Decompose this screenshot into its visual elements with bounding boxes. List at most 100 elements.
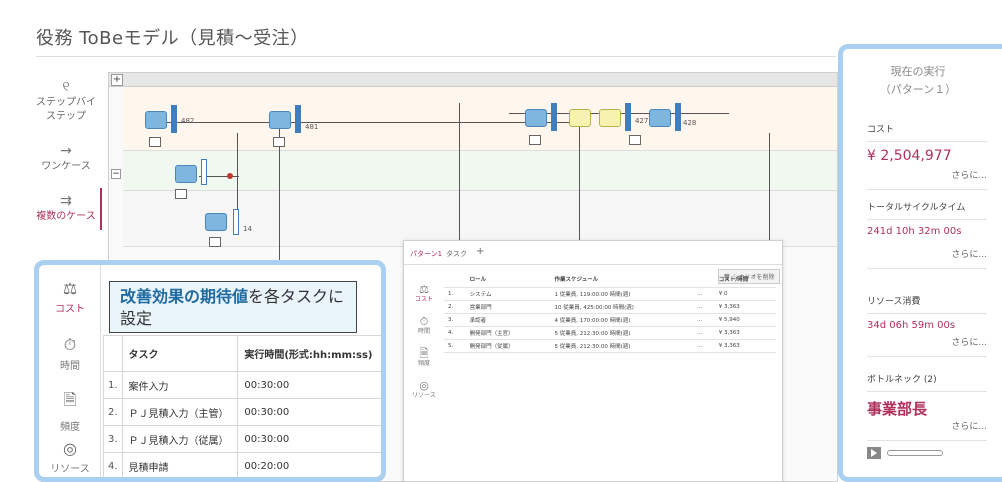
callout-side-menu: ⚖ コスト ⏱ 時間 🗎 頻度 ◎ リソース bbox=[39, 265, 101, 477]
table-row[interactable]: 2. ＰＪ見積入力（主管） 00:30:00 bbox=[103, 398, 381, 426]
metric-label: トータルサイクルタイム bbox=[867, 203, 966, 213]
tab-task[interactable]: タスク bbox=[446, 249, 467, 259]
mode-label: 複数のケース bbox=[36, 211, 96, 222]
divider bbox=[867, 356, 987, 357]
side-item-cost[interactable]: ⚖ コスト bbox=[39, 279, 101, 315]
divider bbox=[867, 189, 987, 190]
table-row[interactable]: 4. 開発部門（主官） 5 従業員, 212:30:00 時間(週)... ¥ 3,3… bbox=[444, 326, 776, 340]
metric-value: 241d 10h 32m 00s bbox=[867, 226, 962, 237]
column-header: 実行時間(形式:hh:mm:ss) bbox=[237, 335, 381, 372]
divider bbox=[867, 313, 987, 314]
metric-label: ボトルネック (2) bbox=[867, 375, 937, 385]
gateway-bar bbox=[171, 105, 177, 133]
add-tab-button[interactable]: + bbox=[476, 246, 484, 257]
more-link[interactable]: さらに... bbox=[867, 335, 987, 348]
task-node[interactable] bbox=[525, 109, 547, 127]
gateway-bar bbox=[551, 103, 557, 131]
resource-icon: ◎ bbox=[419, 379, 429, 392]
swimlane bbox=[123, 191, 837, 247]
side-item-time[interactable]: ⏱ 時間 bbox=[408, 315, 440, 337]
metric-cost: コスト ¥ 2,504,977 さらに... bbox=[867, 123, 987, 190]
computer-icon bbox=[209, 237, 221, 247]
document-icon: 🗎 bbox=[63, 390, 77, 409]
metric-label: リソース消費 bbox=[867, 297, 921, 307]
divider bbox=[867, 391, 987, 392]
column-header: 作業スケジュール bbox=[550, 271, 694, 288]
task-node[interactable] bbox=[205, 213, 227, 231]
duration-input[interactable]: 00:30:00 bbox=[237, 398, 381, 426]
playback-slider[interactable] bbox=[887, 450, 943, 456]
resource-icon: ◎ bbox=[63, 439, 77, 458]
side-item-frequency[interactable]: 🗎 頻度 bbox=[408, 348, 440, 369]
metric-bottleneck: ボトルネック (2) 事業部長 さらに... bbox=[867, 373, 987, 441]
task-count: 427 bbox=[635, 117, 649, 125]
table-row[interactable]: 1. システム 1 従業員, 119:00:00 時間(週)... ¥ 0 bbox=[444, 287, 776, 301]
table-row[interactable]: 3. 承認者 4 従業員, 170:00:00 時間(週)... ¥ 5,940 bbox=[444, 313, 776, 327]
active-mode-indicator bbox=[100, 188, 102, 230]
role-table: ロール 作業スケジュール コスト/時間 1. システム 1 従業員, 119:00:… bbox=[444, 271, 776, 353]
arrow-right-icon: → bbox=[60, 143, 72, 159]
play-icon[interactable] bbox=[867, 447, 881, 459]
task-node[interactable] bbox=[649, 109, 671, 127]
expected-improvement-callout: ⚖ コスト ⏱ 時間 🗎 頻度 ◎ リソース 改善効果の期待値を各タスクに設定 タスク … bbox=[34, 260, 386, 482]
side-item-frequency[interactable]: 🗎 頻度 bbox=[39, 389, 101, 433]
column-header: コスト/時間 bbox=[714, 271, 776, 288]
table-row[interactable]: 4. 見積申請 00:20:00 bbox=[103, 452, 381, 477]
end-event bbox=[227, 173, 233, 179]
mode-step-by-step[interactable]: ୧ ステップバイステップ bbox=[30, 80, 102, 124]
task-node[interactable] bbox=[175, 165, 197, 183]
side-item-time[interactable]: ⏱ 時間 bbox=[39, 335, 101, 372]
duration-input[interactable]: 00:30:00 bbox=[237, 371, 381, 399]
gateway-bar bbox=[295, 105, 301, 133]
page-title: 役務 ToBeモデル（見積～受注） bbox=[36, 28, 309, 49]
computer-icon bbox=[175, 189, 187, 199]
gateway-bar bbox=[201, 159, 207, 185]
more-link[interactable]: さらに... bbox=[867, 247, 987, 260]
scale-icon: ⚖ bbox=[419, 283, 429, 296]
table-row[interactable]: 2. 営業部門 10 従業員, 425:00:00 時間(週)... ¥ 3,363 bbox=[444, 300, 776, 314]
computer-icon bbox=[273, 137, 285, 147]
table-row[interactable]: 1. 案件入力 00:30:00 bbox=[103, 371, 381, 399]
metric-cycle-time: トータルサイクルタイム 241d 10h 32m 00s さらに... bbox=[867, 201, 987, 269]
swimlane bbox=[123, 151, 837, 191]
side-item-resource[interactable]: ◎ リソース bbox=[39, 439, 101, 475]
table-row[interactable]: 5. 開発部門（従属） 5 従業員, 212:30:00 時間(週)... ¥ 3,3… bbox=[444, 339, 776, 353]
mode-one-case[interactable]: → ワンケース bbox=[30, 144, 102, 174]
metric-value: 事業部長 bbox=[867, 400, 928, 418]
scenario-tabs: パターン1 タスク + bbox=[404, 241, 782, 265]
flow-line bbox=[149, 122, 579, 123]
duration-input[interactable]: 00:20:00 bbox=[237, 452, 381, 477]
side-item-resource[interactable]: ◎ リソース bbox=[408, 379, 440, 401]
column-header: タスク bbox=[121, 335, 239, 372]
gateway-bar bbox=[675, 103, 681, 131]
stopwatch-icon: ⏱ bbox=[63, 335, 77, 354]
table-header-row: ロール 作業スケジュール コスト/時間 bbox=[444, 271, 776, 288]
mode-multiple-cases[interactable]: ⇉ 複数のケース bbox=[30, 194, 102, 224]
computer-icon bbox=[149, 137, 161, 147]
task-count: 482 bbox=[181, 117, 195, 125]
tab-pattern-1[interactable]: パターン1 bbox=[410, 249, 442, 259]
current-run-panel: 現在の実行 （パターン１） コスト ¥ 2,504,977 さらに... トータ… bbox=[838, 44, 1002, 482]
task-node[interactable] bbox=[599, 109, 621, 127]
gateway-bar bbox=[625, 103, 631, 131]
current-run-header: 現在の実行 （パターン１） bbox=[879, 65, 957, 96]
metric-value: ¥ 2,504,977 bbox=[867, 148, 952, 164]
collapse-icon[interactable]: − bbox=[111, 169, 121, 179]
metric-value: 34d 06h 59m 00s bbox=[867, 320, 956, 331]
task-node[interactable] bbox=[145, 111, 167, 129]
metric-resource-consumption: リソース消費 34d 06h 59m 00s さらに... bbox=[867, 295, 987, 357]
duration-input[interactable]: 00:30:00 bbox=[237, 425, 381, 453]
more-link[interactable]: さらに... bbox=[867, 168, 987, 181]
more-link[interactable]: さらに... bbox=[867, 419, 987, 432]
side-item-cost[interactable]: ⚖ コスト bbox=[408, 283, 440, 305]
mode-label: ステップバイステップ bbox=[36, 97, 96, 122]
task-node[interactable] bbox=[569, 109, 591, 127]
stopwatch-icon: ⏱ bbox=[419, 315, 429, 328]
expand-icon[interactable]: + bbox=[111, 74, 123, 86]
column-header: ロール bbox=[465, 271, 551, 288]
task-node[interactable] bbox=[269, 111, 291, 129]
table-header-row: タスク 実行時間(形式:hh:mm:ss) bbox=[103, 335, 381, 372]
gateway-bar bbox=[233, 209, 239, 235]
table-row[interactable]: 3. ＰＪ見積入力（従属） 00:30:00 bbox=[103, 425, 381, 453]
title-divider bbox=[36, 56, 836, 57]
